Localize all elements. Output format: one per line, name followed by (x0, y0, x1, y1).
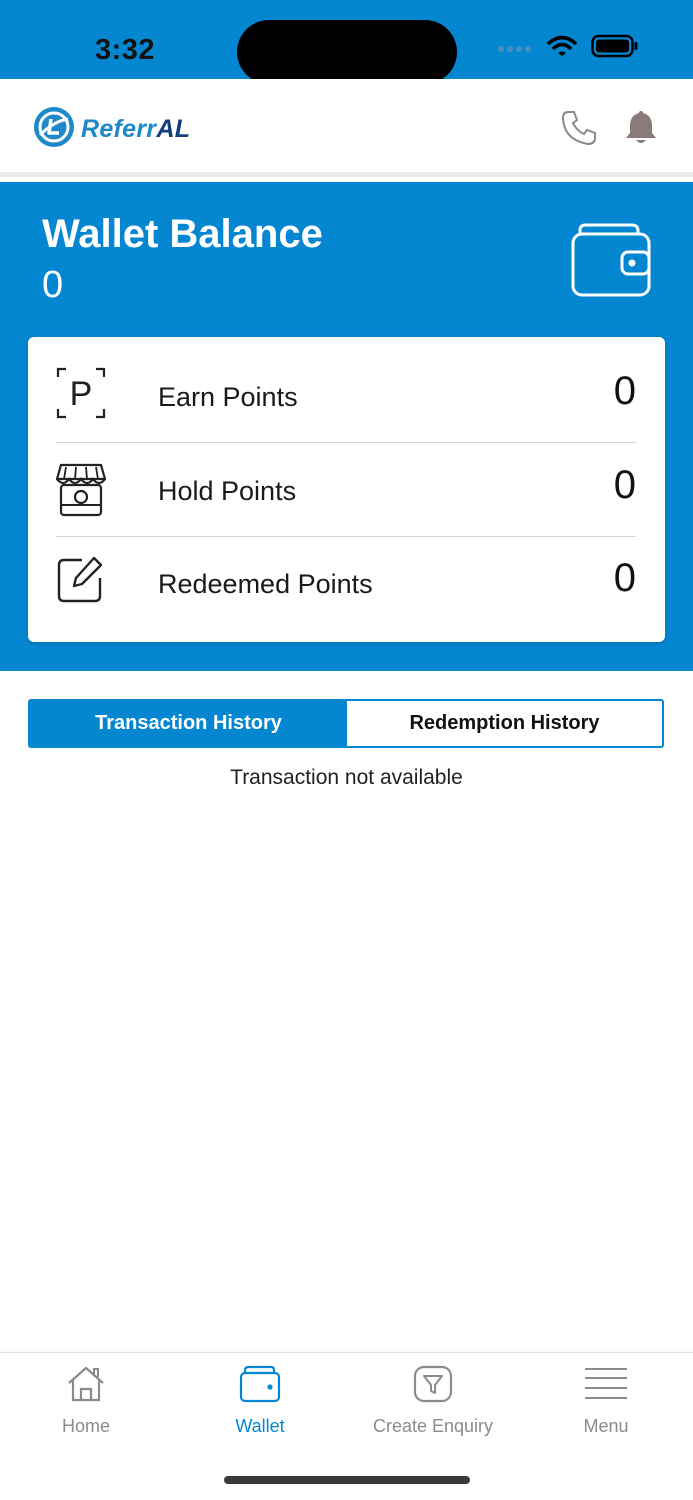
wallet-balance-value: 0 (42, 264, 64, 306)
svg-text:P: P (70, 375, 93, 413)
hold-points-label: Hold Points (158, 476, 297, 506)
nav-wallet[interactable]: Wallet (175, 1365, 345, 1437)
nav-menu-label: Menu (583, 1416, 629, 1436)
wallet-icon (570, 222, 652, 303)
logo-text: ReferrAL (81, 115, 191, 143)
edit-icon (56, 554, 106, 609)
bell-icon[interactable] (624, 108, 658, 151)
status-time: 3:32 (95, 34, 156, 66)
wallet-icon (239, 1365, 281, 1408)
funnel-icon (413, 1365, 453, 1408)
nav-home[interactable]: Home (1, 1365, 171, 1437)
app-header: ReferrAL (0, 79, 693, 177)
wallet-summary: Wallet Balance 0 P Earn Points 0 Hold Po… (0, 182, 693, 671)
earn-points-row: P Earn Points 0 (56, 339, 636, 432)
tab-redemption-history[interactable]: Redemption History (347, 701, 662, 746)
battery-icon (591, 34, 639, 63)
tab-transaction-history[interactable]: Transaction History (30, 701, 347, 746)
parking-p-icon: P (56, 367, 106, 424)
earn-points-label: Earn Points (158, 382, 298, 412)
nav-create-enquiry-label: Create Enquiry (372, 1416, 494, 1436)
points-card: P Earn Points 0 Hold Points 0 Redeemed P… (28, 337, 665, 642)
wifi-icon (547, 35, 577, 62)
phone-icon[interactable] (560, 109, 598, 152)
redeemed-points-row: Redeemed Points 0 (56, 526, 636, 619)
nav-menu[interactable]: Menu (521, 1365, 691, 1437)
redeemed-points-label: Redeemed Points (158, 569, 373, 599)
nav-home-label: Home (61, 1416, 110, 1436)
app-logo: ReferrAL (32, 105, 190, 154)
redeemed-points-value: 0 (613, 556, 636, 600)
nav-wallet-label: Wallet (235, 1416, 285, 1436)
logo-emblem-icon (32, 105, 76, 154)
wallet-title: Wallet Balance (42, 212, 323, 256)
nav-create-enquiry[interactable]: Create Enquiry (348, 1365, 518, 1437)
empty-state-message: Transaction not available (230, 766, 463, 789)
home-icon (66, 1365, 106, 1408)
menu-icon (584, 1365, 628, 1408)
store-icon (55, 461, 107, 524)
status-icons (497, 34, 639, 63)
hold-points-value: 0 (613, 463, 636, 507)
history-tabs: Transaction History Redemption History (28, 699, 664, 748)
earn-points-value: 0 (613, 369, 636, 413)
status-bar: 3:32 (0, 0, 693, 84)
hold-points-row: Hold Points 0 (55, 433, 636, 526)
signal-icon (497, 40, 533, 58)
home-indicator (224, 1476, 470, 1484)
dynamic-island (237, 20, 457, 84)
